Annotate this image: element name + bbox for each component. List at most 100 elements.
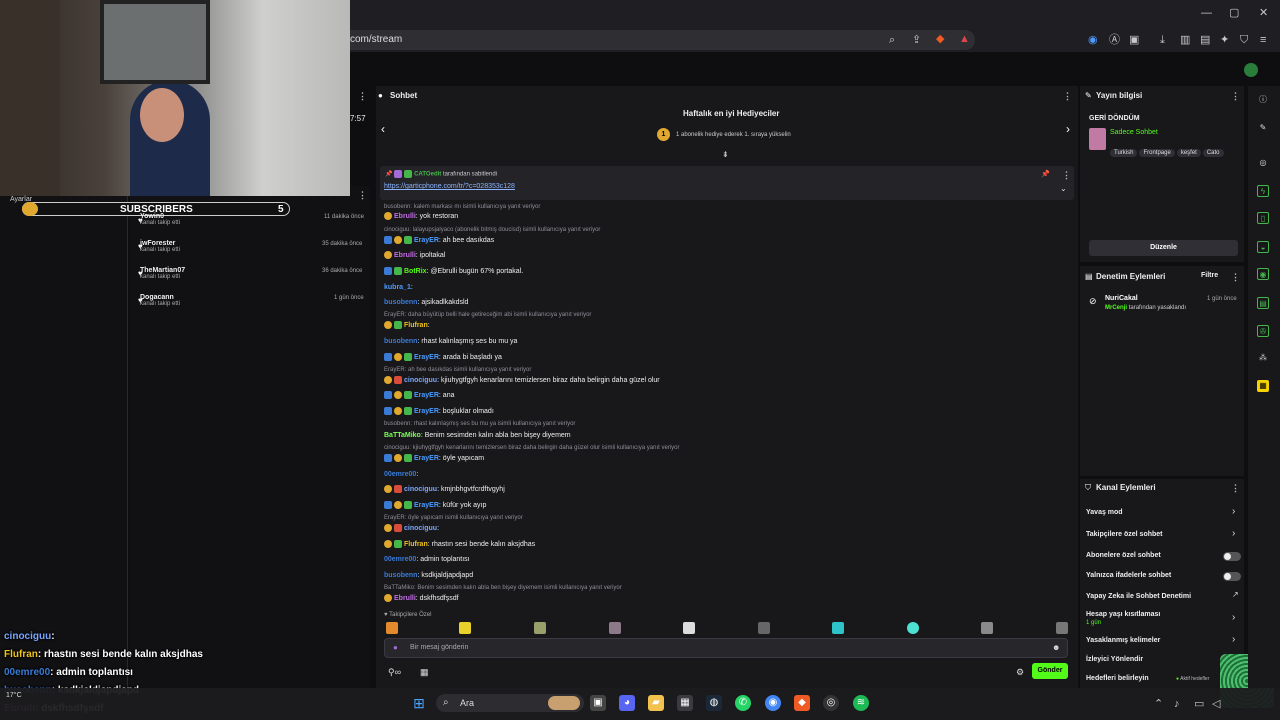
translate-icon[interactable]: Ⓐ: [1109, 34, 1120, 46]
emote-icon[interactable]: [907, 622, 919, 634]
users-icon[interactable]: ⁂: [1257, 352, 1269, 364]
subs-only-toggle[interactable]: [1223, 552, 1241, 561]
pinned-menu-icon[interactable]: ⋮: [1062, 170, 1071, 181]
banned-words-item[interactable]: Yasaklanmış kelimeler: [1086, 637, 1160, 644]
chat-username[interactable]: ErayER: [414, 455, 439, 462]
menu-icon[interactable]: ≡: [1260, 34, 1266, 46]
chat-username[interactable]: busobenn: [384, 572, 417, 579]
chat-bubble-icon[interactable]: ◒: [1257, 241, 1269, 253]
film-icon[interactable]: ▦: [1257, 380, 1269, 392]
filter-button[interactable]: Filtre: [1201, 272, 1218, 279]
broadcast-icon[interactable]: ◉: [1257, 268, 1269, 280]
chat-username[interactable]: Ebrulli: [394, 595, 416, 602]
wrench-icon[interactable]: ✇: [1257, 325, 1269, 337]
stream-tag[interactable]: Turkish: [1110, 149, 1138, 157]
chevron-right-icon[interactable]: ›: [1232, 528, 1235, 539]
lightning-icon[interactable]: ϟ: [1257, 185, 1269, 197]
chat-username[interactable]: 00emre00: [384, 471, 416, 478]
extension-icon[interactable]: ◉: [1088, 34, 1098, 46]
store-icon[interactable]: ▦: [677, 695, 693, 711]
mod-actions-menu-icon[interactable]: ⋮: [1231, 272, 1240, 283]
chevron-right-icon[interactable]: ›: [1232, 506, 1235, 517]
file-explorer-icon[interactable]: ▰: [648, 695, 664, 711]
chat-username[interactable]: Flufran: [404, 322, 428, 329]
chat-username[interactable]: BaTTaMiko: [384, 432, 421, 439]
chat-username[interactable]: busobenn: [384, 299, 417, 306]
spotify-icon[interactable]: ≋: [853, 695, 869, 711]
emote-only-toggle[interactable]: [1223, 572, 1241, 581]
display-icon[interactable]: ▭: [1194, 698, 1204, 710]
sidebar-icon[interactable]: ▥: [1180, 34, 1190, 46]
chat-username[interactable]: ErayER: [414, 392, 439, 399]
chat-username[interactable]: Flufran: [404, 541, 428, 548]
rewards-icon[interactable]: ▲: [959, 33, 970, 45]
emote-icon[interactable]: [981, 622, 993, 634]
chevron-down-icon[interactable]: ⌄: [1060, 184, 1067, 193]
unpin-icon[interactable]: 📌: [1041, 170, 1050, 178]
emote-icon[interactable]: [683, 622, 695, 634]
leo-icon[interactable]: ✦: [1220, 34, 1229, 46]
emote-icon[interactable]: [459, 622, 471, 634]
camera-icon[interactable]: ◎: [1257, 157, 1269, 169]
chat-username[interactable]: ErayER: [414, 237, 439, 244]
chevron-right-icon[interactable]: ›: [1232, 612, 1235, 623]
goals-item[interactable]: Hedefleri belirleyin: [1086, 675, 1149, 682]
obs-icon[interactable]: ◎: [823, 695, 839, 711]
minimize-icon[interactable]: —: [1201, 7, 1212, 19]
emote-icon[interactable]: [832, 622, 844, 634]
followers-menu-icon[interactable]: ⋮: [358, 190, 367, 201]
wallet-icon[interactable]: ▤: [1200, 34, 1210, 46]
chat-username[interactable]: Ebrulli: [394, 213, 416, 220]
chat-username[interactable]: kubra_1: [384, 284, 411, 291]
chrome-icon[interactable]: ◉: [765, 695, 781, 711]
edit-button[interactable]: Düzenle: [1089, 240, 1238, 256]
stream-category[interactable]: Sadece Sohbet: [1110, 129, 1158, 136]
pinned-link[interactable]: https://garticphone.com/tr/?c=028353c128: [384, 183, 515, 190]
mic-tray-icon[interactable]: ♪: [1174, 698, 1180, 710]
chat-input[interactable]: [384, 638, 1068, 658]
collapse-icon[interactable]: ⇟: [722, 150, 729, 159]
chat-username[interactable]: ErayER: [414, 354, 439, 361]
emote-icon[interactable]: [758, 622, 770, 634]
zoom-icon[interactable]: ⌕: [889, 34, 895, 46]
brave-shield-icon[interactable]: ◆: [936, 33, 944, 45]
gift-icon[interactable]: ▦: [420, 667, 429, 678]
chat-username[interactable]: ErayER: [414, 502, 439, 509]
layout-icon[interactable]: ▤: [1257, 297, 1269, 309]
discord-icon[interactable]: ◕: [619, 695, 635, 711]
banned-user[interactable]: NuriCakal: [1105, 295, 1138, 302]
emoji-icon[interactable]: ☻: [1052, 643, 1060, 652]
gear-icon[interactable]: ⚙: [1016, 667, 1024, 678]
whatsapp-icon[interactable]: ✆: [735, 695, 751, 711]
slow-mode-item[interactable]: Yavaş mod: [1086, 509, 1123, 516]
chat-username[interactable]: Ebrulli: [394, 252, 416, 259]
chat-username[interactable]: cinociguu: [404, 525, 437, 532]
brave-icon[interactable]: ◆: [794, 695, 810, 711]
chat-username[interactable]: cinociguu: [404, 377, 437, 384]
vpn-icon[interactable]: ⛉: [1240, 34, 1248, 46]
chat-username[interactable]: cinociguu: [404, 486, 437, 493]
share-icon[interactable]: ⇪: [912, 34, 921, 46]
account-age-item[interactable]: Hesap yaşı kısıtlaması: [1086, 611, 1160, 618]
stream-tag[interactable]: keşfet: [1176, 149, 1201, 157]
gifters-prev-icon[interactable]: ‹: [381, 122, 385, 136]
channel-actions-menu-icon[interactable]: ⋮: [1231, 483, 1240, 494]
emote-icon[interactable]: [534, 622, 546, 634]
screenshot-icon[interactable]: ▣: [1129, 34, 1139, 46]
external-link-icon[interactable]: ↗: [1232, 590, 1239, 599]
tray-chevron-icon[interactable]: ⌃: [1154, 698, 1163, 710]
document-icon[interactable]: ▯: [1257, 212, 1269, 224]
mic-icon[interactable]: ●: [393, 643, 398, 652]
chat-username[interactable]: BotRix: [404, 268, 427, 275]
chat-tools-icon[interactable]: ⚲∞: [388, 667, 401, 678]
stream-tag[interactable]: Cato: [1202, 149, 1224, 157]
close-icon[interactable]: ✕: [1259, 7, 1268, 19]
chat-menu-icon[interactable]: ⋮: [1063, 91, 1072, 102]
info-icon[interactable]: ⓘ: [1257, 94, 1269, 106]
stream-info-menu-icon[interactable]: ⋮: [1231, 91, 1240, 102]
chat-username[interactable]: busobenn: [384, 338, 417, 345]
emote-icon[interactable]: [386, 622, 398, 634]
task-view-icon[interactable]: ▣: [590, 695, 606, 711]
steam-icon[interactable]: ◍: [706, 695, 722, 711]
followers-only-item[interactable]: Takipçilere özel sohbet: [1086, 531, 1163, 538]
